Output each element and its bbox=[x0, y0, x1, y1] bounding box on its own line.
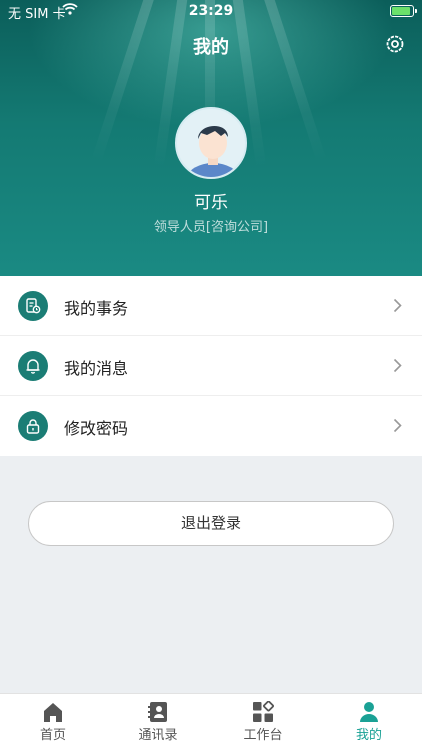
profile-menu: 我的事务 我的消息 修改密码 bbox=[0, 276, 422, 456]
menu-item-my-messages[interactable]: 我的消息 bbox=[0, 336, 422, 396]
tab-label: 我的 bbox=[355, 728, 382, 743]
menu-item-change-password[interactable]: 修改密码 bbox=[0, 396, 422, 456]
tab-mine[interactable]: 我的 bbox=[316, 694, 422, 750]
menu-item-my-tasks[interactable]: 我的事务 bbox=[0, 276, 422, 336]
status-time: 23:29 bbox=[188, 3, 234, 19]
contacts-icon bbox=[148, 702, 167, 722]
tab-home[interactable]: 首页 bbox=[0, 694, 106, 750]
page-title: 我的 bbox=[193, 37, 229, 58]
chevron-right-icon bbox=[393, 358, 402, 377]
chevron-right-icon bbox=[393, 418, 402, 437]
tab-bar: 首页 通讯录 工作台 我的 bbox=[0, 693, 422, 750]
chevron-right-icon bbox=[393, 298, 402, 317]
status-bar: 无 SIM 卡 23:29 bbox=[0, 0, 422, 22]
tab-workbench[interactable]: 工作台 bbox=[210, 694, 316, 750]
tab-label: 通讯录 bbox=[138, 728, 178, 743]
menu-item-label: 我的消息 bbox=[64, 359, 129, 378]
menu-item-label: 修改密码 bbox=[64, 419, 129, 438]
user-role: 领导人员[咨询公司] bbox=[153, 220, 269, 235]
battery-icon bbox=[390, 5, 417, 17]
document-clock-icon bbox=[18, 291, 48, 321]
tab-label: 工作台 bbox=[243, 728, 283, 743]
menu-item-label: 我的事务 bbox=[64, 299, 129, 318]
gear-icon[interactable] bbox=[384, 33, 406, 55]
bell-icon bbox=[18, 351, 48, 381]
tab-contacts[interactable]: 通讯录 bbox=[105, 694, 211, 750]
logout-button[interactable]: 退出登录 bbox=[28, 501, 394, 546]
avatar[interactable] bbox=[175, 107, 247, 179]
profile-header: 无 SIM 卡 23:29 我的 可乐 领导人员[咨询公司] bbox=[0, 0, 422, 276]
tab-label: 首页 bbox=[39, 728, 66, 743]
user-name: 可乐 bbox=[194, 193, 228, 213]
lock-icon bbox=[18, 411, 48, 441]
home-icon bbox=[44, 703, 62, 722]
person-icon bbox=[360, 702, 378, 722]
workbench-icon bbox=[253, 701, 274, 722]
